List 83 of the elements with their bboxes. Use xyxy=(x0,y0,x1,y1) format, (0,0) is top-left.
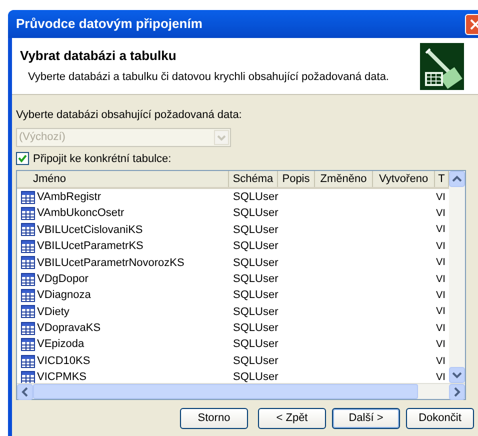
table-row[interactable]: VBILUcetCislovaniKS SQLUser VI xyxy=(17,222,449,238)
table-name: VBILUcetParametrNovorozKS xyxy=(37,256,184,271)
type-cell-text: VI xyxy=(435,305,446,320)
type-cell-text: VI xyxy=(435,354,446,369)
table-icon xyxy=(21,256,35,270)
table-name: VDopravaKS xyxy=(37,321,101,336)
table-row[interactable]: VDgDopor SQLUser VI xyxy=(17,270,449,288)
table-row[interactable]: VICD10KS SQLUser VI xyxy=(17,352,449,370)
type-cell-text: VI xyxy=(435,322,446,336)
type-cell-text: VI xyxy=(435,207,446,222)
schema-cell-text: SQLUser xyxy=(232,354,278,369)
window-title: Průvodce datovým připojením xyxy=(16,15,202,34)
database-label: Vyberte databázi obsahující požadovaná data: xyxy=(16,108,243,123)
table-icon xyxy=(21,371,35,383)
close-icon xyxy=(470,18,478,30)
scroll-left-icon[interactable] xyxy=(17,384,33,400)
schema-cell-text: SQLUser xyxy=(232,190,278,205)
wizard-button[interactable]: Storno xyxy=(180,408,248,429)
type-cell-text: VI xyxy=(435,240,446,254)
connect-table-checkbox[interactable]: Připojit ke konkrétní tabulce: xyxy=(16,150,172,167)
schema-cell-text: SQLUser xyxy=(232,256,278,271)
table-name: VAmbUkoncOsetr xyxy=(37,206,124,222)
database-wizard-icon xyxy=(420,43,464,90)
type-cell-text: VI xyxy=(435,289,446,304)
horizontal-scrollbar[interactable] xyxy=(17,383,465,399)
table-icon xyxy=(21,305,35,318)
schema-cell-text: SQLUser xyxy=(232,222,278,238)
table-icon xyxy=(21,190,35,204)
schema-cell-text: SQLUser xyxy=(232,206,278,222)
type-cell-text: VI xyxy=(435,272,446,287)
type-cell-text: VI xyxy=(435,256,446,270)
table-row[interactable]: VBILUcetParametrKS SQLUser VI xyxy=(17,238,449,255)
schema-cell-text: SQLUser xyxy=(232,321,278,336)
schema-cell-text: SQLUser xyxy=(232,370,278,383)
table-icon xyxy=(21,338,35,352)
schema-cell-text: SQLUser xyxy=(232,239,278,254)
wizard-button[interactable]: < Zpět xyxy=(258,408,326,429)
schema-cell-text: SQLUser xyxy=(232,337,278,352)
column-header[interactable]: Vytvořeno xyxy=(373,171,435,187)
table-row[interactable]: VDopravaKS SQLUser VI xyxy=(17,320,449,337)
table-row[interactable]: VDiety SQLUser VI xyxy=(17,304,449,320)
table-name: VDiety xyxy=(37,304,70,320)
table-name: VAmbRegistr xyxy=(37,190,101,205)
table-row[interactable]: VAmbUkoncOsetr SQLUser VI xyxy=(17,205,449,222)
table-icon xyxy=(21,240,35,253)
table-name: VEpizoda xyxy=(37,337,84,352)
page-heading: Vybrat databázi a tabulku xyxy=(20,47,178,65)
type-cell-text: VI xyxy=(435,223,446,238)
wizard-button[interactable]: Dokončit xyxy=(406,408,474,429)
table-icon xyxy=(21,223,35,236)
table-name: VICD10KS xyxy=(37,354,90,369)
table-icon xyxy=(21,207,35,220)
column-header[interactable]: Jméno xyxy=(17,171,229,187)
schema-cell-text: SQLUser xyxy=(232,272,278,287)
page-description: Vyberte databázi a tabulku či datovou krychli obsahující požadovaná data. xyxy=(27,70,389,84)
table-row[interactable]: VAmbRegistr SQLUser VI xyxy=(17,189,449,206)
table-name: VDiagnoza xyxy=(37,288,91,304)
column-header[interactable]: Změněno xyxy=(315,171,373,187)
table-icon xyxy=(21,322,35,335)
table-icon xyxy=(21,289,35,302)
table-name: VBILUcetParametrKS xyxy=(37,239,144,254)
table-name: VDgDopor xyxy=(37,272,88,287)
scroll-right-icon[interactable] xyxy=(449,384,465,400)
checkbox[interactable] xyxy=(16,152,29,166)
scroll-thumb[interactable] xyxy=(33,384,418,399)
table-name: VICPMKS xyxy=(37,370,87,383)
table-row[interactable]: VBILUcetParametrNovorozKS SQLUser VI xyxy=(17,254,449,271)
scroll-up-icon[interactable] xyxy=(449,171,465,187)
table-name: VBILUcetCislovaniKS xyxy=(37,222,143,238)
table-row[interactable]: VEpizoda SQLUser VI xyxy=(17,336,449,353)
type-cell-text: VI xyxy=(435,338,446,352)
wizard-button[interactable]: Další > xyxy=(332,408,400,429)
table-row[interactable]: VDiagnoza SQLUser VI xyxy=(17,287,449,304)
type-cell-text: VI xyxy=(435,370,446,383)
column-header[interactable]: Schéma xyxy=(229,171,278,187)
scroll-down-icon[interactable] xyxy=(449,367,465,383)
schema-cell-text: SQLUser xyxy=(232,288,278,304)
type-cell-text: VI xyxy=(435,190,446,205)
column-header[interactable]: Popis xyxy=(278,171,315,187)
vertical-scrollbar[interactable] xyxy=(449,171,465,383)
table-icon xyxy=(21,354,35,368)
schema-cell-text: SQLUser xyxy=(232,304,278,320)
table-icon xyxy=(21,272,35,286)
